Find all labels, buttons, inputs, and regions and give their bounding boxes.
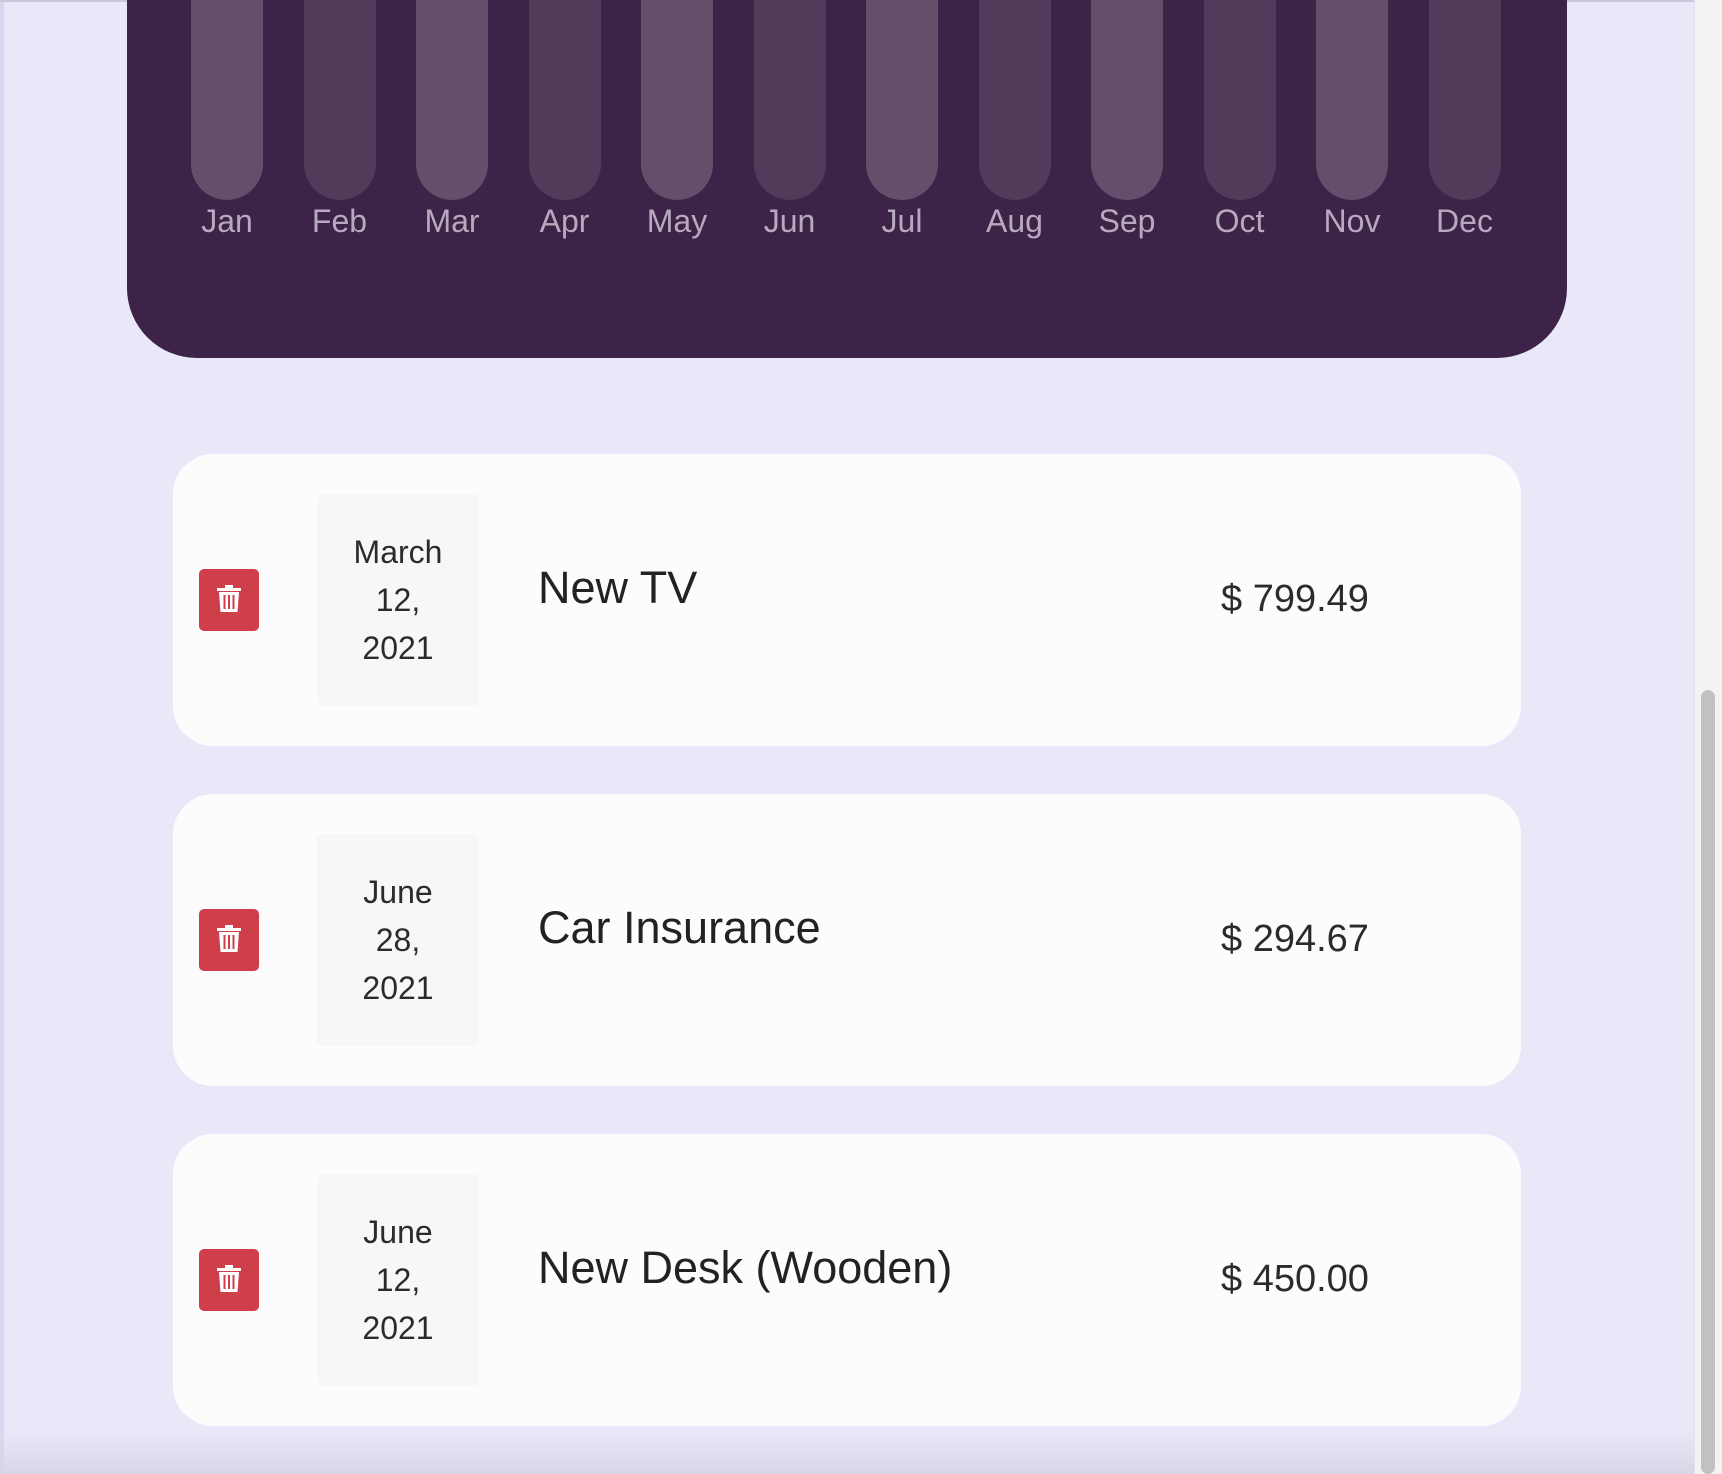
delete-button[interactable] [199, 909, 259, 971]
expense-amount: $ 799.49 [1221, 578, 1369, 620]
month-label-feb: Feb [311, 203, 368, 239]
month-label-oct: Oct [1214, 203, 1265, 239]
delete-button[interactable] [199, 1249, 259, 1311]
expense-date: March 12, 2021 [317, 494, 479, 706]
trash-icon [216, 924, 242, 956]
window-left-edge [0, 0, 4, 1474]
month-label-mar: Mar [424, 203, 480, 239]
month-bar-sep [1091, 0, 1163, 200]
month-label-aug: Aug [986, 203, 1043, 239]
expense-item: March 12, 2021 New TV $ 799.49 [173, 454, 1521, 746]
month-bar-may [641, 0, 713, 200]
bottom-shadow [0, 1430, 1694, 1474]
month-bar-aug [978, 0, 1051, 200]
chart-bars: Jan Feb Mar Apr May Jun Jul Aug Sep Oct Nov Dec [191, 0, 1539, 239]
expense-amount: $ 294.67 [1221, 918, 1369, 960]
trash-icon [216, 1264, 242, 1296]
date-month: June [363, 1214, 433, 1250]
month-label-apr: Apr [539, 203, 590, 239]
month-bar-jul [866, 0, 938, 200]
trash-icon [216, 584, 242, 616]
month-bar-dec [1428, 0, 1501, 200]
month-bar-mar [416, 0, 488, 200]
month-bar-apr [528, 0, 601, 200]
date-day: 28, [375, 922, 421, 958]
month-bar-feb [303, 0, 376, 200]
delete-button[interactable] [199, 569, 259, 631]
month-label-sep: Sep [1098, 203, 1156, 239]
month-label-jun: Jun [763, 203, 816, 239]
month-bar-jan [191, 0, 263, 200]
date-year: 2021 [362, 1310, 434, 1346]
date-day: 12, [375, 582, 421, 618]
month-label-nov: Nov [1323, 203, 1381, 239]
month-label-jul: Jul [881, 203, 923, 239]
month-label-jan: Jan [201, 203, 253, 239]
date-day: 12, [375, 1262, 421, 1298]
expense-title: Car Insurance [538, 902, 821, 953]
month-label-may: May [646, 203, 708, 239]
expense-amount: $ 450.00 [1221, 1258, 1369, 1300]
expense-date: June 12, 2021 [317, 1174, 479, 1386]
expense-title: New TV [538, 562, 698, 613]
date-year: 2021 [362, 970, 434, 1006]
month-bar-nov [1316, 0, 1388, 200]
scrollbar-thumb[interactable] [1701, 690, 1715, 1474]
month-bar-jun [753, 0, 826, 200]
expenses-chart: Jan Feb Mar Apr May Jun Jul Aug Sep Oct Nov Dec [127, 0, 1567, 358]
date-year: 2021 [362, 630, 434, 666]
date-month: June [363, 874, 433, 910]
date-month: March [353, 534, 443, 570]
expense-item: June 12, 2021 New Desk (Wooden) $ 450.00 [173, 1134, 1521, 1426]
expense-item: June 28, 2021 Car Insurance $ 294.67 [173, 794, 1521, 1086]
month-bar-oct [1203, 0, 1276, 200]
month-label-dec: Dec [1436, 203, 1493, 239]
expense-date: June 28, 2021 [317, 834, 479, 1046]
expense-title: New Desk (Wooden) [538, 1242, 953, 1293]
